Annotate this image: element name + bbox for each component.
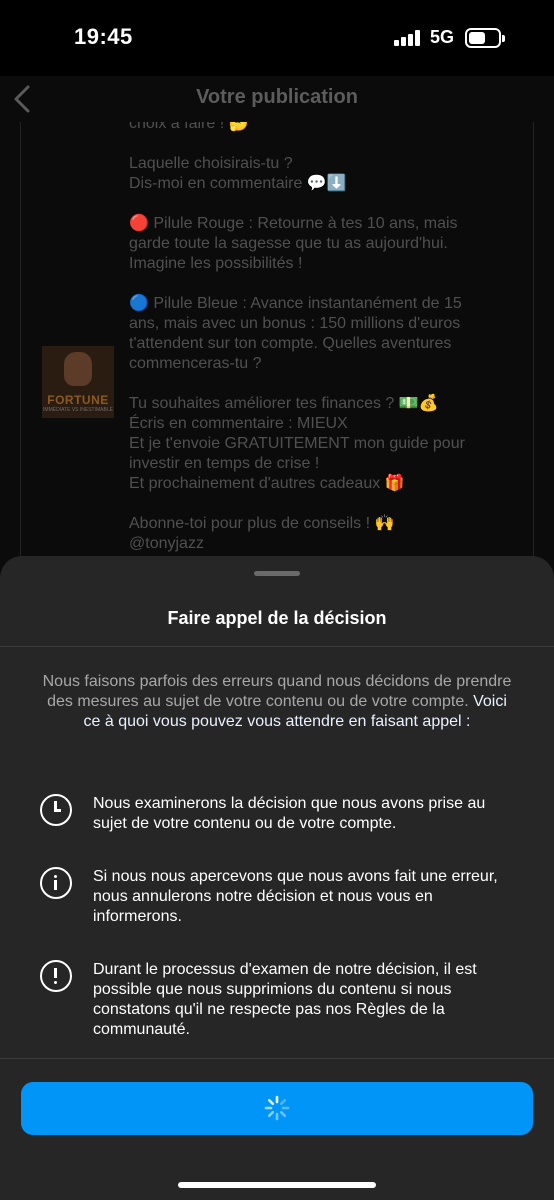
caption-line: @tonyjazz xyxy=(129,535,204,552)
status-bar: 19:45 5G xyxy=(0,0,554,76)
post-card: FORTUNE IMMÉDIATE VS INESTIMABLE choix à… xyxy=(20,122,534,582)
list-item-text: Nous examinerons la décision que nous av… xyxy=(93,795,486,832)
caption-line: Et je t'envoie GRATUITEMENT mon guide po… xyxy=(129,435,465,452)
caption-line: Abonne-toi pour plus de conseils ! 🙌 xyxy=(129,515,395,532)
sheet-grabber[interactable] xyxy=(254,571,300,576)
nav-header: Votre publication xyxy=(0,76,554,122)
signal-bars-icon xyxy=(394,30,420,46)
submit-appeal-button[interactable] xyxy=(21,1082,533,1135)
caption-line: Laquelle choisirais-tu ? xyxy=(129,155,293,172)
post-thumbnail[interactable]: FORTUNE IMMÉDIATE VS INESTIMABLE xyxy=(42,346,114,418)
divider xyxy=(0,1058,554,1059)
info-icon xyxy=(40,867,72,899)
intro-description: Nous faisons parfois des erreurs quand n… xyxy=(42,673,512,710)
caption-line: Dis-moi en commentaire 💬⬇️ xyxy=(129,175,347,192)
list-item-text: Durant le processus d'examen de notre dé… xyxy=(93,961,477,1038)
caption-line: garde toute la sagesse que tu as aujourd… xyxy=(129,235,448,252)
caption-line xyxy=(129,274,529,294)
intro-text: Nous faisons parfois des erreurs quand n… xyxy=(40,672,514,732)
caption-line: 🔵 Pilule Bleue : Avance instantanément d… xyxy=(129,295,462,312)
caption-line: commenceras-tu ? xyxy=(129,355,262,372)
divider xyxy=(0,646,554,647)
appeal-sheet: Faire appel de la décision Nous faisons … xyxy=(0,556,554,1200)
thumbnail-subtitle: IMMÉDIATE VS INESTIMABLE xyxy=(43,407,113,413)
caption-line: Imagine les possibilités ! xyxy=(129,255,303,272)
list-item-text: Si nous nous apercevons que nous avons f… xyxy=(93,868,498,925)
caption-line: Tu souhaites améliorer tes finances ? 💵💰 xyxy=(129,395,439,412)
caption-line xyxy=(129,374,529,394)
battery-icon xyxy=(465,28,505,48)
caption-line xyxy=(129,194,529,214)
thumbnail-logo: FORTUNE xyxy=(47,393,109,407)
home-indicator[interactable] xyxy=(178,1182,376,1188)
loading-spinner-icon xyxy=(264,1095,290,1121)
caption-line xyxy=(129,494,529,514)
person-image xyxy=(64,352,92,386)
network-label: 5G xyxy=(430,27,455,47)
post-caption: choix à faire ! 🤔 Laquelle choisirais-tu… xyxy=(129,122,529,554)
sheet-title: Faire appel de la décision xyxy=(167,608,387,628)
caption-line: Et prochainement d'autres cadeaux 🎁 xyxy=(129,475,405,492)
page-title: Votre publication xyxy=(196,86,358,108)
caption-line xyxy=(129,134,529,154)
caption-line: t'attendent sur ton compte. Quelles aven… xyxy=(129,335,452,352)
caption-line: investir en temps de crise ! xyxy=(129,455,320,472)
clock-icon xyxy=(40,794,72,826)
caption-line: ans, mais avec un bonus : 150 millions d… xyxy=(129,315,461,332)
alert-icon xyxy=(40,960,72,992)
caption-line: choix à faire ! 🤔 xyxy=(129,122,249,132)
caption-line: 🔴 Pilule Rouge : Retourne à tes 10 ans, … xyxy=(129,215,458,232)
status-time: 19:45 xyxy=(74,24,133,49)
caption-line: Écris en commentaire : MIEUX xyxy=(129,415,348,432)
